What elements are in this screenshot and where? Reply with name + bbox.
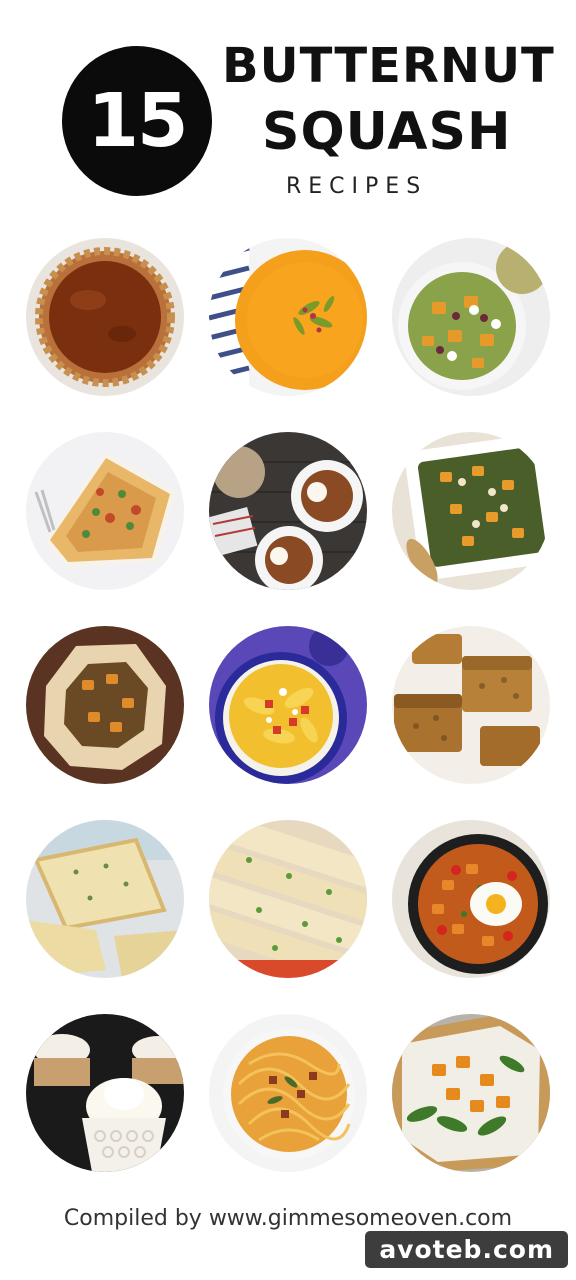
enchiladas-image [209, 820, 367, 978]
recipe-photo-enchiladas[interactable] [209, 820, 367, 978]
recipe-photo-spaghetti[interactable] [209, 1014, 367, 1172]
credit-line: Compiled by www.gimmesomeoven.com [63, 1206, 513, 1231]
casserole-image [392, 432, 550, 590]
skillet-egg-image [392, 820, 550, 978]
soup-image [209, 238, 367, 396]
toast-image [392, 1014, 550, 1172]
recipe-photo-pasta-bowl[interactable] [209, 626, 367, 784]
cupcake-image [26, 1014, 184, 1172]
pie-image [26, 238, 184, 396]
recipe-photo-quiche[interactable] [26, 432, 184, 590]
galette-image [26, 626, 184, 784]
recipe-photo-galette[interactable] [26, 626, 184, 784]
recipe-photo-skillet-egg[interactable] [392, 820, 550, 978]
recipe-photo-dessert-bowls[interactable] [209, 432, 367, 590]
bars-image [392, 626, 550, 784]
recipe-photo-quesadilla[interactable] [26, 820, 184, 978]
recipe-photo-toast[interactable] [392, 1014, 550, 1172]
salad-bowl-image [392, 238, 550, 396]
recipe-photo-casserole[interactable] [392, 432, 550, 590]
recipe-photo-bars[interactable] [392, 626, 550, 784]
recipe-grid [0, 0, 576, 1280]
recipe-photo-pie[interactable] [26, 238, 184, 396]
dessert-bowls-image [209, 432, 367, 590]
recipe-photo-salad-bowl[interactable] [392, 238, 550, 396]
recipe-photo-cupcake[interactable] [26, 1014, 184, 1172]
quesadilla-image [26, 820, 184, 978]
recipe-photo-soup[interactable] [209, 238, 367, 396]
pasta-bowl-image [209, 626, 367, 784]
spaghetti-image [209, 1014, 367, 1172]
quiche-image [26, 432, 184, 590]
watermark-badge: avoteb.com [365, 1231, 568, 1268]
